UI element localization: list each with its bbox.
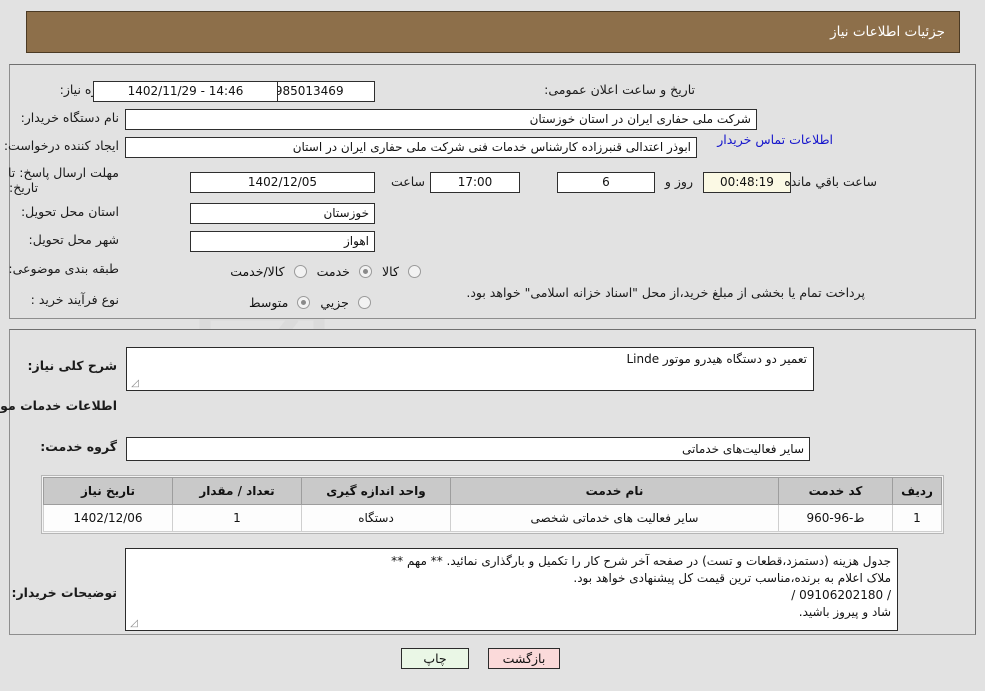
table-row: 1 ط-96-960 سایر فعالیت های خدماتی شخصی د… — [43, 504, 942, 532]
services-table: ردیف کد خدمت نام خدمت واحد اندازه گیری ت… — [43, 477, 942, 532]
process-option-jozi[interactable]: جزیي — [320, 292, 375, 311]
service-group-label: گروه خدمت: — [40, 439, 117, 454]
announce-date-value[interactable]: 14:46 - 1402/11/29 — [93, 81, 278, 102]
requester-row: ایجاد کننده درخواست: — [4, 138, 119, 153]
general-desc-row: شرح کلی نیاز: — [28, 358, 117, 373]
td-radif: 1 — [892, 504, 942, 532]
td-quantity: 1 — [172, 504, 302, 532]
classification-label: طبقه بندی موضوعی: — [8, 261, 119, 276]
deadline-hour-label: ساعت — [390, 174, 425, 189]
countdown-label-row: ساعت باقي مانده — [784, 174, 877, 189]
service-group-value[interactable]: سایر فعالیت‌های خدماتی — [126, 437, 810, 461]
services-heading: اطلاعات خدمات مورد نیاز — [0, 398, 117, 413]
announce-date-label: تاریخ و ساعت اعلان عمومی: — [544, 82, 695, 97]
classification-option-kala[interactable]: کالا — [382, 261, 425, 280]
th-need-date: تاریخ نیاز — [43, 477, 173, 505]
deadline-date-value[interactable]: 1402/12/05 — [190, 172, 375, 193]
city-value[interactable]: اهواز — [190, 231, 375, 252]
td-code: ط-96-960 — [778, 504, 893, 532]
buyer-notes-textarea[interactable]: جدول هزینه (دستمزد،قطعات و تست) در صفحه … — [125, 548, 898, 631]
buyer-row: نام دستگاه خریدار: — [21, 110, 119, 125]
countdown-label: ساعت باقي مانده — [784, 174, 877, 189]
table-header-row: ردیف کد خدمت نام خدمت واحد اندازه گیری ت… — [43, 477, 942, 505]
requester-label: ایجاد کننده درخواست: — [3, 138, 119, 153]
resize-grip-icon[interactable]: ◿ — [130, 379, 139, 389]
services-heading-row: اطلاعات خدمات مورد نیاز — [0, 398, 117, 413]
th-quantity: تعداد / مقدار — [172, 477, 302, 505]
province-label: استان محل تحویل: — [20, 204, 119, 219]
td-need-date: 1402/12/06 — [43, 504, 173, 532]
province-value[interactable]: خوزستان — [190, 203, 375, 224]
classification-option-kala-khedmat-label: کالا/خدمت — [230, 264, 285, 279]
radio-kala-khedmat-icon[interactable] — [293, 265, 307, 278]
th-unit: واحد اندازه گیری — [301, 477, 451, 505]
days-remaining-value[interactable]: 6 — [557, 172, 655, 193]
countdown-value[interactable]: 00:48:19 — [703, 172, 791, 193]
deadline-label-block: مهلت ارسال پاسخ: تا تاریخ: — [8, 165, 119, 195]
th-code: کد خدمت — [778, 477, 893, 505]
general-desc-label: شرح کلی نیاز: — [27, 358, 117, 373]
print-button[interactable]: چاپ — [401, 648, 469, 669]
notes-line-4: شاد و پیروز باشید. — [798, 605, 891, 619]
page-title-bar: جزئیات اطلاعات نیاز — [26, 11, 960, 53]
deadline-hour-value[interactable]: 17:00 — [430, 172, 520, 193]
classification-option-kala-label: کالا — [382, 264, 399, 279]
city-row: شهر محل تحویل: — [29, 232, 119, 247]
buyer-label: نام دستگاه خریدار: — [20, 110, 119, 125]
notes-label: توضیحات خریدار: — [11, 585, 117, 600]
city-label: شهر محل تحویل: — [28, 232, 119, 247]
classification-options: کالا خدمت کالا/خدمت — [224, 261, 425, 280]
classification-option-kala-khedmat[interactable]: کالا/خدمت — [230, 261, 310, 280]
td-unit: دستگاه — [301, 504, 451, 532]
deadline-label-line1: مهلت ارسال پاسخ: تا — [8, 165, 119, 180]
province-row: استان محل تحویل: — [21, 204, 119, 219]
general-desc-textarea[interactable]: تعمیر دو دستگاه هیدرو موتور Linde ◿ — [126, 347, 814, 391]
process-option-jozi-label: جزیي — [320, 295, 349, 310]
radio-kala-icon[interactable] — [408, 265, 421, 278]
deadline-hour-label-row: ساعت — [391, 174, 425, 189]
services-table-wrapper: ردیف کد خدمت نام خدمت واحد اندازه گیری ت… — [41, 475, 944, 534]
process-label: نوع فرآیند خرید : — [30, 292, 119, 307]
service-group-row: گروه خدمت: — [40, 439, 117, 454]
days-label: روز و — [664, 174, 693, 189]
page-title: جزئیات اطلاعات نیاز — [830, 24, 945, 40]
return-button[interactable]: بازگشت — [488, 648, 560, 669]
notes-resize-grip-icon[interactable]: ◿ — [129, 619, 138, 629]
requester-value[interactable]: ابوذر اعتدالی قنبرزاده کارشناس خدمات فنی… — [125, 137, 697, 158]
th-name: نام خدمت — [450, 477, 779, 505]
radio-jozi-icon[interactable] — [358, 296, 371, 309]
buyer-value[interactable]: شرکت ملی حفاری ایران در استان خوزستان — [125, 109, 757, 130]
notes-label-row: توضیحات خریدار: — [11, 585, 117, 600]
process-option-motavaset[interactable]: متوسط — [249, 292, 314, 311]
treasury-note: پرداخت تمام یا بخشی از مبلغ خرید،از محل … — [466, 284, 865, 300]
days-label-row: روز و — [665, 174, 693, 189]
classification-option-khedmat[interactable]: خدمت — [317, 261, 376, 280]
radio-motavaset-icon[interactable] — [297, 296, 311, 309]
classification-row: طبقه بندی موضوعی: — [8, 261, 119, 276]
classification-option-khedmat-label: خدمت — [316, 264, 350, 279]
tender-details-page: AriaTender.net جزئیات اطلاعات نیاز شماره… — [0, 0, 985, 691]
notes-line-2: ملاک اعلام به برنده،مناسب ترین قیمت کل پ… — [573, 571, 891, 585]
buyer-contact-link[interactable]: اطلاعات تماس خریدار — [717, 132, 833, 147]
td-name: سایر فعالیت های خدماتی شخصی — [450, 504, 779, 532]
th-radif: ردیف — [892, 477, 942, 505]
notes-line-1: جدول هزینه (دستمزد،قطعات و تست) در صفحه … — [391, 554, 891, 568]
radio-khedmat-icon[interactable] — [359, 265, 373, 278]
process-options: جزیي متوسط — [243, 292, 375, 311]
deadline-label-line2: تاریخ: — [9, 180, 39, 195]
process-option-motavaset-label: متوسط — [249, 295, 289, 310]
notes-line-3: / 09106202180 / — [791, 588, 891, 602]
announce-date-row: تاریخ و ساعت اعلان عمومی: — [544, 82, 695, 97]
process-row: نوع فرآیند خرید : — [31, 292, 119, 307]
general-desc-value: تعمیر دو دستگاه هیدرو موتور Linde — [626, 352, 807, 366]
